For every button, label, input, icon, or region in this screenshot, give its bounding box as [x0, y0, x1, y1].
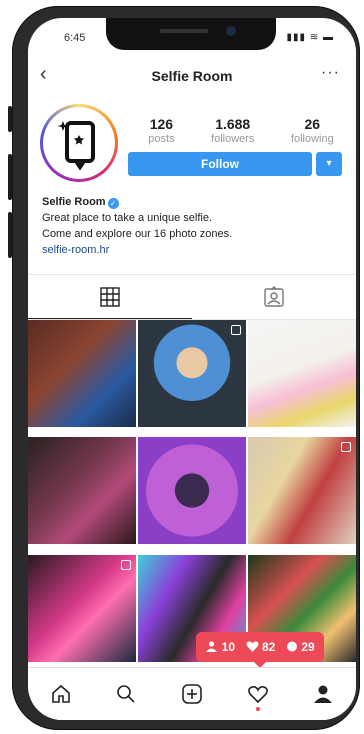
multiple-photos-icon — [231, 325, 241, 335]
post-tile[interactable] — [138, 320, 246, 427]
profile-name: Selfie Room — [42, 196, 106, 208]
add-icon — [182, 684, 202, 704]
stat-label: followers — [211, 133, 255, 145]
multiple-photos-icon — [121, 559, 131, 570]
status-icons: ▮▮▮ ≋ ▬ — [286, 32, 334, 43]
selfie-room-logo-icon — [57, 121, 95, 171]
profile-link[interactable]: selfie-room.hr — [42, 242, 342, 258]
heart-icon — [247, 686, 268, 704]
follow-button[interactable]: Follow — [128, 152, 312, 176]
notch — [106, 18, 276, 50]
profile-tabs — [28, 274, 356, 320]
nav-profile[interactable] — [308, 679, 338, 709]
new-followers-badge: 10 — [205, 640, 235, 654]
grid-icon — [100, 286, 120, 307]
more-options-icon[interactable]: ··· — [321, 64, 340, 82]
stat-label: posts — [148, 133, 175, 145]
profile-icon — [314, 685, 333, 703]
comments-count: 29 — [301, 640, 315, 654]
status-time: 6:45 — [64, 32, 86, 44]
comments-badge: 29 — [286, 640, 315, 654]
header: ‹ Selfie Room ··· — [28, 62, 356, 90]
page-title: Selfie Room — [151, 68, 233, 84]
search-icon — [117, 685, 135, 703]
multiple-photos-icon — [341, 442, 351, 453]
nav-home[interactable] — [46, 679, 76, 709]
stat-number: 1.688 — [215, 116, 251, 132]
tab-posts-grid[interactable] — [28, 275, 192, 319]
likes-badge: 82 — [246, 640, 276, 654]
heart-icon — [246, 641, 259, 652]
following-count[interactable]: 26 following — [291, 116, 334, 145]
nav-search[interactable] — [111, 679, 141, 709]
nav-activity[interactable] — [243, 679, 273, 711]
volume-down-button — [8, 212, 12, 258]
suggested-dropdown-button[interactable]: ▾ — [316, 152, 342, 176]
post-tile[interactable] — [28, 437, 136, 545]
posts-count[interactable]: 126 posts — [148, 116, 174, 145]
follow-row: Follow ▾ — [128, 152, 342, 176]
post-tile[interactable] — [28, 554, 136, 662]
bio: Selfie Room ✓ Great place to take a uniqu… — [42, 194, 342, 258]
bottom-nav — [28, 667, 356, 720]
likes-count: 82 — [261, 640, 276, 654]
tagged-icon — [264, 285, 284, 307]
volume-up-button — [8, 154, 12, 200]
screen: 6:45 ▮▮▮ ≋ ▬ ‹ Selfie Room ··· 126 posts… — [28, 18, 356, 720]
post-tile[interactable] — [248, 437, 356, 545]
activity-notification[interactable]: 10 82 29 — [196, 632, 324, 668]
posts-grid — [28, 320, 356, 670]
bio-line: Come and explore our 16 photo zones. — [42, 228, 233, 240]
verified-badge-icon: ✓ — [107, 198, 119, 209]
profile-stats: 126 posts 1.688 followers 26 following — [130, 116, 352, 145]
follower-count: 10 — [221, 640, 236, 654]
stat-number: 126 — [149, 116, 174, 132]
comment-icon — [286, 641, 297, 652]
follower-icon — [206, 641, 218, 652]
stat-label: following — [290, 133, 334, 145]
tab-tagged[interactable] — [192, 275, 356, 318]
stat-number: 26 — [304, 116, 321, 132]
post-tile[interactable] — [248, 320, 356, 427]
mute-switch — [8, 106, 12, 132]
post-tile[interactable] — [28, 320, 136, 427]
activity-dot — [255, 707, 260, 711]
home-icon — [51, 684, 70, 703]
avatar[interactable] — [40, 104, 118, 182]
post-tile[interactable] — [138, 437, 246, 545]
followers-count[interactable]: 1.688 followers — [211, 116, 254, 145]
nav-add[interactable] — [177, 679, 207, 709]
bio-line: Great place to take a unique selfie. — [42, 212, 212, 224]
